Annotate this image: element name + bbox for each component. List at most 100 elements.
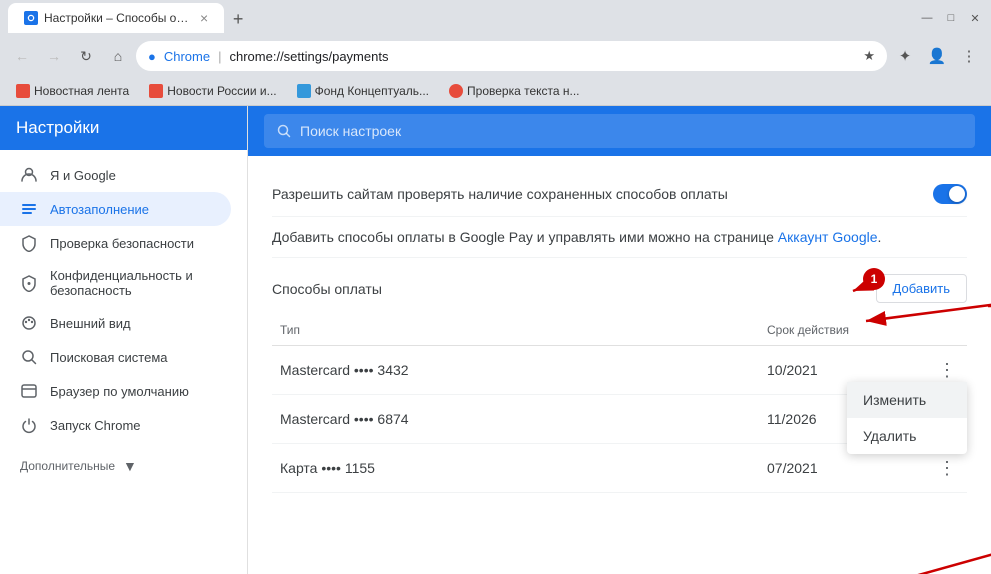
chevron-down-icon: ▼ — [123, 458, 137, 474]
sidebar-item-me-google[interactable]: Я и Google — [0, 158, 231, 192]
back-button[interactable]: ← — [8, 42, 36, 70]
window-controls: — □ ✕ — [919, 10, 983, 26]
maximize-button[interactable]: □ — [943, 10, 959, 26]
address-separator: | — [218, 49, 221, 64]
menu-icon[interactable]: ⋮ — [955, 42, 983, 70]
col-actions-header — [927, 323, 967, 337]
dropdown-item-delete[interactable]: Удалить — [847, 418, 967, 454]
payment-type: Mastercard •••• 6874 — [272, 411, 767, 427]
sidebar-item-privacy[interactable]: Конфиденциальность и безопасность — [0, 260, 231, 306]
palette-icon — [20, 314, 38, 332]
browser-right-icons: ✦ 👤 ⋮ — [891, 42, 983, 70]
close-tab-button[interactable]: × — [200, 10, 208, 26]
additional-label: Дополнительные — [20, 459, 115, 473]
sidebar-item-startup[interactable]: Запуск Chrome — [0, 408, 231, 442]
sidebar-item-autofill[interactable]: Автозаполнение — [0, 192, 231, 226]
add-payment-button[interactable]: Добавить — [876, 274, 967, 303]
forward-button[interactable]: → — [40, 42, 68, 70]
bookmark-check-text[interactable]: Проверка текста н... — [441, 81, 588, 101]
new-tab-button[interactable]: + — [224, 5, 252, 33]
bookmark-icon — [16, 84, 30, 98]
sidebar-item-label: Запуск Chrome — [50, 418, 141, 433]
bookmark-icon — [449, 84, 463, 98]
address-bar[interactable]: ● Chrome | chrome://settings/payments ★ — [136, 41, 887, 71]
sidebar-item-label: Браузер по умолчанию — [50, 384, 189, 399]
payment-section: Способы оплаты Добавить Тип Срок действи… — [272, 274, 967, 493]
more-options-button[interactable]: ⋮ — [933, 454, 961, 482]
google-pay-info-row: Добавить способы оплаты в Google Pay и у… — [272, 217, 967, 258]
payment-header: Способы оплаты Добавить — [272, 274, 967, 303]
browser-icon — [20, 382, 38, 400]
payment-dropdown-menu: Изменить Удалить — [847, 382, 967, 454]
sidebar-item-label: Конфиденциальность и безопасность — [50, 268, 211, 298]
bookmark-label: Фонд Концептуаль... — [315, 84, 429, 98]
sidebar-additional[interactable]: Дополнительные ▼ — [0, 442, 247, 478]
bookmarks-bar: Новостная лента Новости России и... Фонд… — [0, 76, 991, 106]
sidebar-item-label: Проверка безопасности — [50, 236, 194, 251]
sidebar-item-security[interactable]: Проверка безопасности — [0, 226, 231, 260]
col-type-header: Тип — [272, 323, 767, 337]
browser-frame: Настройки – Способы оплаты × + — □ ✕ ← →… — [0, 0, 991, 574]
bookmark-icon — [297, 84, 311, 98]
browser-brand: Chrome — [164, 49, 210, 64]
extensions-icon[interactable]: ✦ — [891, 42, 919, 70]
content-area: Поиск настроек Разрешить сайтам проверят… — [248, 106, 991, 574]
tab-title: Настройки – Способы оплаты — [44, 11, 194, 25]
sidebar-item-browser-default[interactable]: Браузер по умолчанию — [0, 374, 231, 408]
info-text: Добавить способы оплаты в Google Pay и у… — [272, 229, 778, 245]
bookmark-icon — [149, 84, 163, 98]
bookmark-news-feed[interactable]: Новостная лента — [8, 81, 137, 101]
dropdown-item-edit[interactable]: Изменить — [847, 382, 967, 418]
minimize-button[interactable]: — — [919, 10, 935, 26]
sidebar-item-label: Поисковая система — [50, 350, 168, 365]
search-bar: Поиск настроек — [248, 106, 991, 156]
payment-type: Карта •••• 1155 — [272, 460, 767, 476]
arrow-2-line — [865, 536, 991, 574]
home-button[interactable]: ⌂ — [104, 42, 132, 70]
sidebar-item-label: Внешний вид — [50, 316, 131, 331]
tab-favicon — [24, 11, 38, 25]
power-icon — [20, 416, 38, 434]
search-icon — [276, 123, 292, 139]
more-options-button[interactable]: ⋮ — [933, 356, 961, 384]
payment-expiry: 07/2021 — [767, 460, 927, 476]
sidebar-header: Настройки — [0, 106, 247, 150]
allow-sites-toggle[interactable] — [933, 184, 967, 204]
payment-methods-title: Способы оплаты — [272, 281, 382, 297]
payment-row-mastercard-3432: Mastercard •••• 3432 10/2021 ⋮ Изменить … — [272, 346, 967, 395]
payment-actions: ⋮ — [927, 454, 967, 482]
google-account-link[interactable]: Аккаунт Google — [778, 229, 878, 245]
table-header: Тип Срок действия — [272, 315, 967, 346]
info-dot: . — [878, 229, 882, 245]
payment-actions: ⋮ — [927, 356, 967, 384]
search-icon — [20, 348, 38, 366]
profile-icon[interactable]: 👤 — [923, 42, 951, 70]
sidebar-item-search[interactable]: Поисковая система — [0, 340, 231, 374]
shield-lock-icon — [20, 274, 38, 292]
bookmark-label: Проверка текста н... — [467, 84, 580, 98]
secure-icon: ● — [148, 49, 156, 64]
address-bar-row: ← → ↻ ⌂ ● Chrome | chrome://settings/pay… — [0, 36, 991, 76]
list-icon — [20, 200, 38, 218]
content-body: Разрешить сайтам проверять наличие сохра… — [248, 156, 991, 509]
bookmark-star-icon[interactable]: ★ — [863, 48, 875, 64]
toggle-knob — [949, 186, 965, 202]
reload-button[interactable]: ↻ — [72, 42, 100, 70]
sidebar-item-label: Автозаполнение — [50, 202, 149, 217]
sidebar-nav: Я и Google Автозаполнение Проверка безоп… — [0, 150, 247, 574]
allow-sites-label: Разрешить сайтам проверять наличие сохра… — [272, 186, 728, 202]
person-icon — [20, 166, 38, 184]
tabs-area: Настройки – Способы оплаты × + — [8, 3, 915, 33]
sidebar: Настройки Я и Google Автозаполнение — [0, 106, 248, 574]
bookmark-fond[interactable]: Фонд Концептуаль... — [289, 81, 437, 101]
address-url: chrome://settings/payments — [230, 49, 856, 64]
shield-icon — [20, 234, 38, 252]
close-button[interactable]: ✕ — [967, 10, 983, 26]
settings-search[interactable]: Поиск настроек — [264, 114, 975, 148]
payment-type: Mastercard •••• 3432 — [272, 362, 767, 378]
bookmark-label: Новостная лента — [34, 84, 129, 98]
bookmark-russia-news[interactable]: Новости России и... — [141, 81, 284, 101]
active-tab[interactable]: Настройки – Способы оплаты × — [8, 3, 224, 33]
bookmark-label: Новости России и... — [167, 84, 276, 98]
sidebar-item-appearance[interactable]: Внешний вид — [0, 306, 231, 340]
